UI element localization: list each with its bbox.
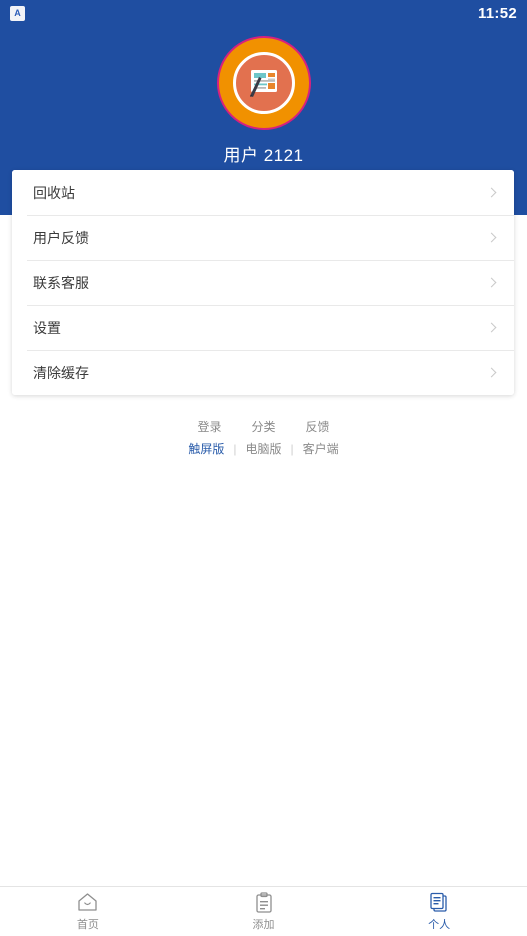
menu-item-clear-cache[interactable]: 清除缓存 (12, 350, 514, 395)
tab-profile[interactable]: 个人 (351, 887, 527, 936)
footer-separator: | (290, 441, 294, 456)
menu-item-settings[interactable]: 设置 (12, 305, 514, 350)
menu-item-label: 设置 (33, 319, 61, 336)
menu-item-label: 联系客服 (33, 274, 89, 291)
chevron-right-icon (486, 232, 497, 243)
menu-item-recycle-bin[interactable]: 回收站 (12, 170, 514, 215)
chevron-right-icon (486, 187, 497, 198)
footer-row-secondary: 触屏版 | 电脑版 | 客户端 (188, 440, 338, 457)
footer-link-categories[interactable]: 分类 (251, 418, 275, 435)
footer-separator: | (233, 441, 237, 456)
footer-row-primary: 登录 分类 反馈 (197, 418, 329, 435)
footer-link-desktop-version[interactable]: 电脑版 (245, 440, 281, 457)
tab-add[interactable]: 添加 (176, 887, 352, 936)
footer-link-feedback[interactable]: 反馈 (306, 418, 330, 435)
tab-label: 首页 (76, 919, 99, 931)
app-badge-icon: A (10, 5, 25, 21)
home-icon (77, 891, 99, 913)
documents-stack-icon (428, 891, 450, 913)
document-pen-icon (232, 52, 295, 114)
username-label: 用户 2121 (223, 146, 304, 165)
menu-item-user-feedback[interactable]: 用户反馈 (12, 215, 514, 260)
tab-label: 个人 (428, 919, 451, 931)
menu-item-label: 回收站 (33, 184, 75, 201)
tab-home[interactable]: 首页 (0, 887, 176, 936)
footer-links: 登录 分类 反馈 触屏版 | 电脑版 | 客户端 (0, 418, 527, 457)
clipboard-icon (253, 891, 275, 913)
footer-link-client-app[interactable]: 客户端 (303, 440, 339, 457)
footer-link-login[interactable]: 登录 (197, 418, 221, 435)
menu-item-label: 清除缓存 (33, 364, 89, 381)
tab-label: 添加 (252, 919, 275, 931)
menu-item-label: 用户反馈 (33, 229, 89, 246)
settings-menu-card: 回收站 用户反馈 联系客服 设置 清除缓存 (12, 170, 514, 395)
chevron-right-icon (486, 367, 497, 378)
avatar[interactable] (216, 36, 311, 130)
chevron-right-icon (486, 322, 497, 333)
status-bar: A 11:52 (0, 0, 527, 26)
status-bar-clock: 11:52 (477, 4, 517, 22)
bottom-tab-bar: 首页 添加 个人 (0, 886, 527, 936)
profile-identity: 用户 2121 (0, 36, 527, 166)
menu-item-contact-support[interactable]: 联系客服 (12, 260, 514, 305)
chevron-right-icon (486, 277, 497, 288)
footer-link-touch-version[interactable]: 触屏版 (188, 440, 224, 457)
